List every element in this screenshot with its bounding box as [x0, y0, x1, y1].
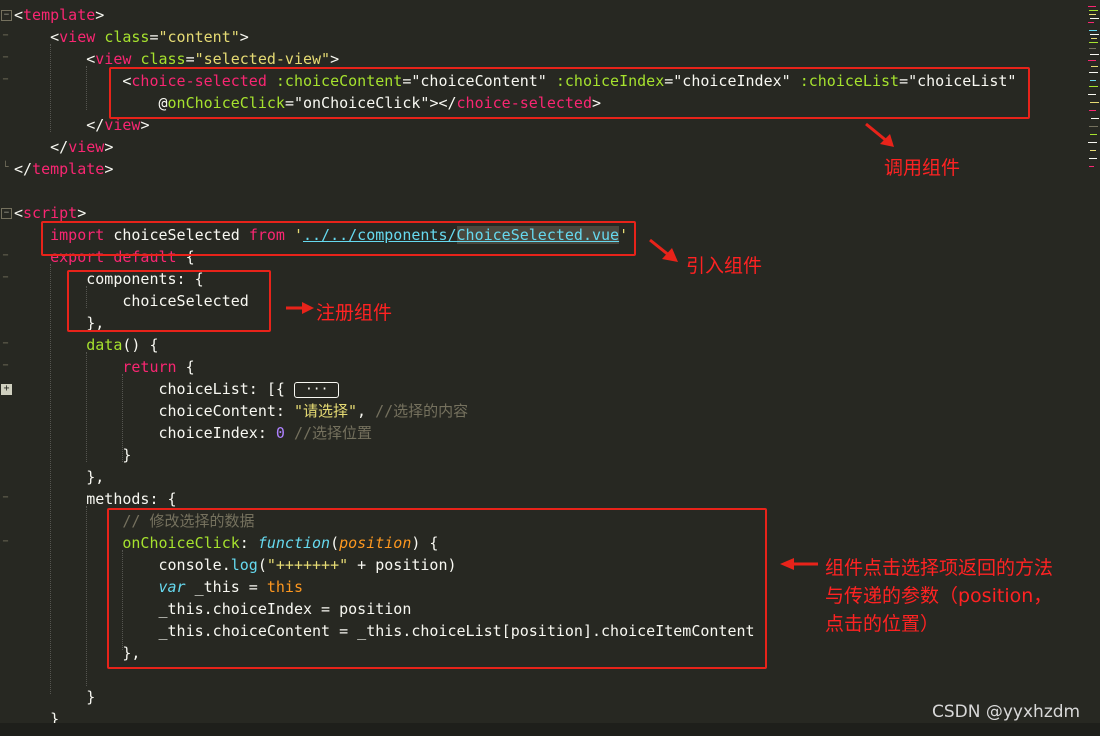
call-component-label: 调用组件 [884, 157, 961, 179]
register-component-highlight [67, 270, 271, 332]
code-line: choiceContent: "请选择", //选择的内容 [158, 402, 469, 420]
callback-label-line2: 与传递的参数（position， [825, 585, 1053, 607]
import-component-highlight [41, 221, 636, 256]
fold-marker-icon[interactable]: − [1, 361, 10, 371]
fold-marker-icon[interactable]: − [1, 493, 10, 503]
code-line: return { [122, 358, 195, 376]
code-line: }, [86, 468, 105, 486]
call-component-highlight [109, 67, 1030, 119]
import-component-label: 引入组件 [686, 255, 763, 277]
fold-marker-icon[interactable]: − [1, 31, 10, 41]
callback-label-line1: 组件点击选择项返回的方法 [825, 557, 1054, 579]
code-line: choiceIndex: 0 //选择位置 [158, 424, 373, 442]
fold-marker-icon[interactable]: − [1, 10, 12, 21]
callback-label-line3: 点击的位置） [825, 613, 940, 635]
arrow-icon [865, 122, 894, 147]
fold-marker-icon[interactable]: − [1, 251, 10, 261]
fold-marker-icon[interactable]: − [1, 53, 10, 63]
fold-marker-icon[interactable]: − [1, 537, 10, 547]
fold-marker-icon[interactable]: − [1, 339, 10, 349]
fold-marker-icon[interactable]: − [1, 208, 12, 219]
arrow-icon [649, 238, 678, 262]
code-line: } [86, 688, 96, 706]
code-line: <view class="content"> [50, 28, 249, 46]
fold-marker-icon[interactable]: − [1, 75, 10, 85]
code-line: methods: { [86, 490, 177, 508]
minimap[interactable] [1086, 0, 1100, 736]
arrow-icon [780, 558, 818, 570]
fold-end-icon: └ [2, 162, 9, 173]
arrow-icon [286, 302, 314, 314]
watermark: CSDN @yyxhzdm [932, 702, 1081, 722]
editor-gutter: − − − − └ − − − − − + − − [0, 0, 14, 736]
folded-code-button[interactable]: ··· [293, 381, 340, 398]
code-line: } [122, 446, 132, 464]
horizontal-scrollbar[interactable] [0, 723, 1100, 736]
code-line: <template> [14, 6, 105, 24]
code-line: </template> [14, 160, 114, 178]
code-line: </view> [50, 138, 114, 156]
fold-expand-icon[interactable]: + [1, 384, 12, 395]
code-line: choiceList: [{ ··· [14, 378, 340, 400]
fold-marker-icon[interactable]: − [1, 273, 10, 283]
callback-method-highlight [107, 508, 767, 669]
code-line: data() { [86, 336, 159, 354]
register-component-label: 注册组件 [316, 302, 393, 324]
